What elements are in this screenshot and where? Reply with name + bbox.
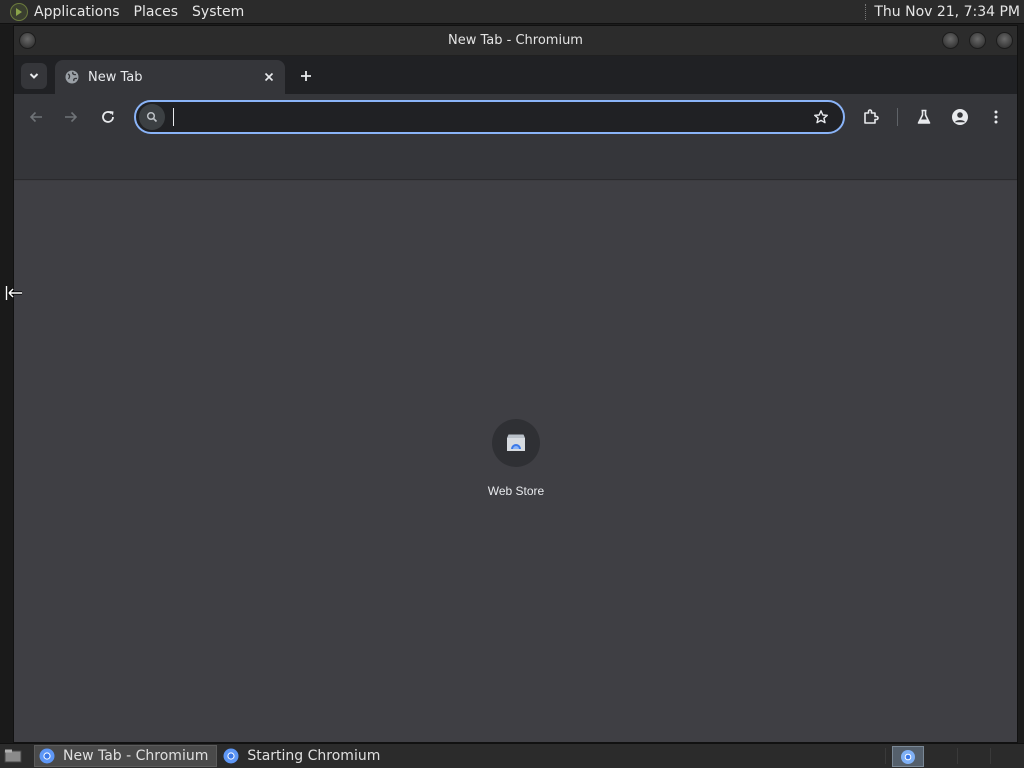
labs-flask-icon (917, 109, 931, 124)
search-icon (139, 104, 165, 130)
new-tab-button[interactable] (294, 64, 318, 88)
tab-close-button[interactable] (259, 67, 279, 87)
show-desktop-icon (4, 749, 22, 763)
globe-icon (65, 70, 79, 84)
forward-arrow-icon (65, 111, 78, 123)
close-icon (264, 72, 274, 82)
shortcut-web-store[interactable]: Web Store (476, 419, 556, 498)
extensions-button[interactable] (859, 105, 883, 129)
shortcut-label: Web Store (487, 484, 545, 498)
system-menu[interactable]: System (192, 4, 244, 20)
reload-button[interactable] (96, 105, 120, 129)
labs-button[interactable] (912, 105, 936, 129)
taskbar-item-new-tab-chromium[interactable]: New Tab - Chromium (34, 745, 218, 767)
bookmark-bar (14, 140, 1017, 180)
maximize-button[interactable] (969, 32, 986, 49)
plus-icon (301, 71, 311, 81)
profile-button[interactable] (948, 105, 972, 129)
task-label: New Tab - Chromium (63, 748, 209, 764)
places-menu[interactable]: Places (134, 4, 179, 20)
top-panel: Applications Places System Thu Nov 21, 7… (0, 0, 1024, 24)
text-cursor (173, 108, 174, 126)
back-button[interactable] (24, 105, 48, 129)
applications-menu[interactable]: Applications (34, 4, 120, 20)
browser-toolbar (14, 94, 1017, 140)
task-label: Starting Chromium (247, 748, 381, 764)
window-menu-button[interactable] (19, 32, 36, 49)
desktop-background (0, 25, 13, 743)
tab-title: New Tab (88, 69, 143, 85)
chromium-icon (223, 748, 239, 764)
bookmark-button[interactable] (809, 105, 833, 129)
chromium-tray-icon (901, 749, 915, 764)
menu-kebab-icon (994, 110, 998, 124)
web-store-icon (492, 419, 540, 467)
show-desktop-button[interactable] (2, 746, 24, 766)
tab-strip: New Tab (14, 56, 1017, 94)
close-window-button[interactable] (996, 32, 1013, 49)
extensions-icon (864, 109, 879, 124)
clock[interactable]: Thu Nov 21, 7:34 PM (874, 4, 1020, 20)
back-arrow-icon (29, 111, 42, 123)
address-input[interactable] (182, 105, 809, 129)
main-menu-button[interactable] (984, 105, 1008, 129)
chromium-window: New Tab - Chromium New Tab Web Store (13, 25, 1018, 743)
omnibox[interactable] (134, 100, 845, 134)
taskbar-item-starting-chromium[interactable]: Starting Chromium (219, 745, 388, 767)
tab-new-tab[interactable]: New Tab (55, 60, 285, 94)
window-title: New Tab - Chromium (448, 33, 583, 48)
window-titlebar[interactable]: New Tab - Chromium (14, 26, 1017, 56)
bookmark-star-icon (814, 110, 828, 124)
reload-icon (102, 111, 114, 123)
resize-cursor-icon (5, 286, 22, 300)
tab-search-button[interactable] (21, 63, 47, 89)
toolbar-divider (897, 108, 898, 126)
forward-button[interactable] (59, 105, 83, 129)
new-tab-page: Web Store (14, 181, 1017, 742)
chromium-icon (39, 748, 55, 764)
bottom-panel: New Tab - Chromium Starting Chromium (0, 743, 1024, 768)
distro-logo-icon[interactable] (10, 2, 28, 21)
minimize-button[interactable] (942, 32, 959, 49)
panel-separator (865, 3, 867, 20)
chevron-down-icon (29, 73, 39, 79)
profile-icon (952, 109, 968, 125)
workspace-switcher[interactable] (892, 746, 924, 767)
